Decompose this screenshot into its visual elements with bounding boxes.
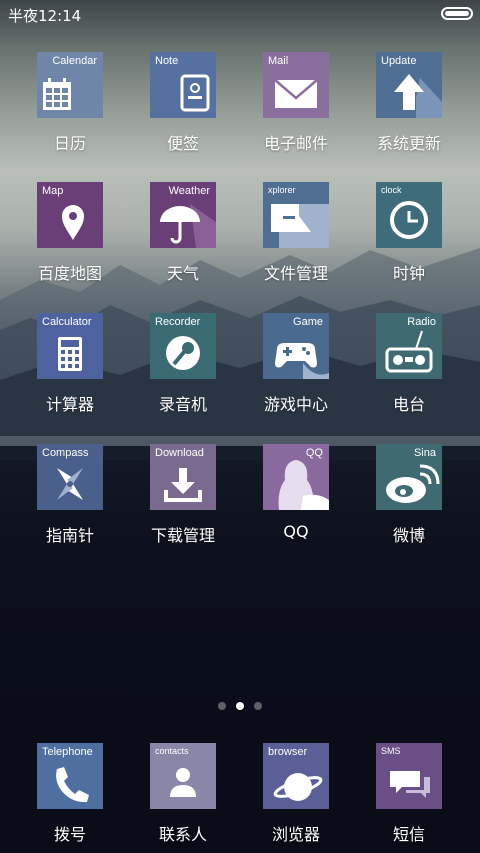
page-dot-active[interactable] bbox=[236, 702, 244, 710]
app-label: 文件管理 bbox=[263, 264, 328, 283]
phone-tile[interactable]: Telephone bbox=[37, 743, 103, 809]
folder-icon bbox=[271, 204, 329, 248]
update-tile[interactable]: Update bbox=[376, 52, 442, 118]
clock-tile[interactable]: clock bbox=[376, 182, 442, 248]
app-label: 时钟 bbox=[392, 264, 425, 283]
app-label: QQ bbox=[283, 522, 309, 541]
weibo-tile[interactable]: Sina bbox=[376, 444, 442, 510]
microphone-icon bbox=[166, 336, 200, 370]
recorder-tile[interactable]: Recorder bbox=[150, 313, 216, 379]
map-pin-icon bbox=[62, 205, 84, 240]
status-time: 半夜12:14 bbox=[8, 7, 82, 25]
wallpaper-mountains bbox=[0, 248, 480, 853]
clock-icon bbox=[390, 201, 428, 239]
compass-tile[interactable]: Compass bbox=[37, 444, 103, 510]
update-arrow-icon bbox=[394, 74, 442, 118]
battery-icon bbox=[441, 7, 473, 20]
gamepad-icon bbox=[275, 343, 329, 379]
app-label: 电子邮件 bbox=[263, 134, 328, 153]
mail-tile[interactable]: Mail bbox=[263, 52, 329, 118]
qq-tile[interactable]: QQ bbox=[263, 444, 329, 510]
sms-tile[interactable]: SMS bbox=[376, 743, 442, 809]
page-dot[interactable] bbox=[254, 702, 262, 710]
weibo-icon bbox=[386, 464, 440, 503]
game-tile[interactable]: Game bbox=[263, 313, 329, 379]
app-label: 拨号 bbox=[53, 825, 86, 844]
calculator-tile[interactable]: Calculator bbox=[37, 313, 103, 379]
app-label: 便签 bbox=[166, 134, 199, 153]
status-bar: 半夜12:14 bbox=[0, 0, 480, 28]
file-explorer-tile[interactable]: xplorer bbox=[263, 182, 329, 248]
calculator-icon bbox=[58, 337, 82, 371]
app-label: 微博 bbox=[392, 526, 425, 545]
app-label: 日历 bbox=[53, 134, 86, 153]
contacts-tile[interactable]: contacts bbox=[150, 743, 216, 809]
planet-icon bbox=[273, 773, 323, 801]
app-label: 联系人 bbox=[158, 825, 207, 844]
mail-icon bbox=[274, 79, 318, 108]
page-dot[interactable] bbox=[218, 702, 226, 710]
note-tile[interactable]: Note bbox=[150, 52, 216, 118]
app-label: 计算器 bbox=[45, 395, 94, 414]
note-icon bbox=[180, 74, 210, 112]
app-label: 百度地图 bbox=[37, 264, 102, 283]
contact-person-icon bbox=[170, 768, 196, 797]
sms-bubble-icon bbox=[390, 771, 430, 798]
app-label: 电台 bbox=[392, 395, 425, 414]
page-indicator[interactable] bbox=[0, 700, 480, 712]
weather-tile[interactable]: Weather bbox=[150, 182, 216, 248]
app-label: 天气 bbox=[166, 264, 199, 283]
app-label: 浏览器 bbox=[271, 825, 320, 844]
browser-tile[interactable]: browser bbox=[263, 743, 329, 809]
app-label: 录音机 bbox=[158, 395, 207, 414]
radio-tile[interactable]: Radio bbox=[376, 313, 442, 379]
calendar-tile[interactable]: Calendar bbox=[37, 52, 103, 118]
phone-icon bbox=[56, 767, 89, 803]
compass-icon bbox=[57, 468, 83, 500]
app-label: 指南针 bbox=[45, 526, 94, 545]
app-label: 游戏中心 bbox=[263, 395, 328, 414]
map-tile[interactable]: Map bbox=[37, 182, 103, 248]
app-label: 系统更新 bbox=[376, 134, 441, 153]
umbrella-icon bbox=[160, 204, 216, 248]
app-label: 短信 bbox=[392, 825, 425, 844]
radio-icon bbox=[385, 330, 433, 373]
qq-penguin-icon bbox=[278, 460, 329, 510]
download-icon bbox=[164, 468, 202, 502]
app-label: 下载管理 bbox=[150, 526, 215, 545]
download-tile[interactable]: Download bbox=[150, 444, 216, 510]
calendar-icon bbox=[43, 78, 71, 110]
